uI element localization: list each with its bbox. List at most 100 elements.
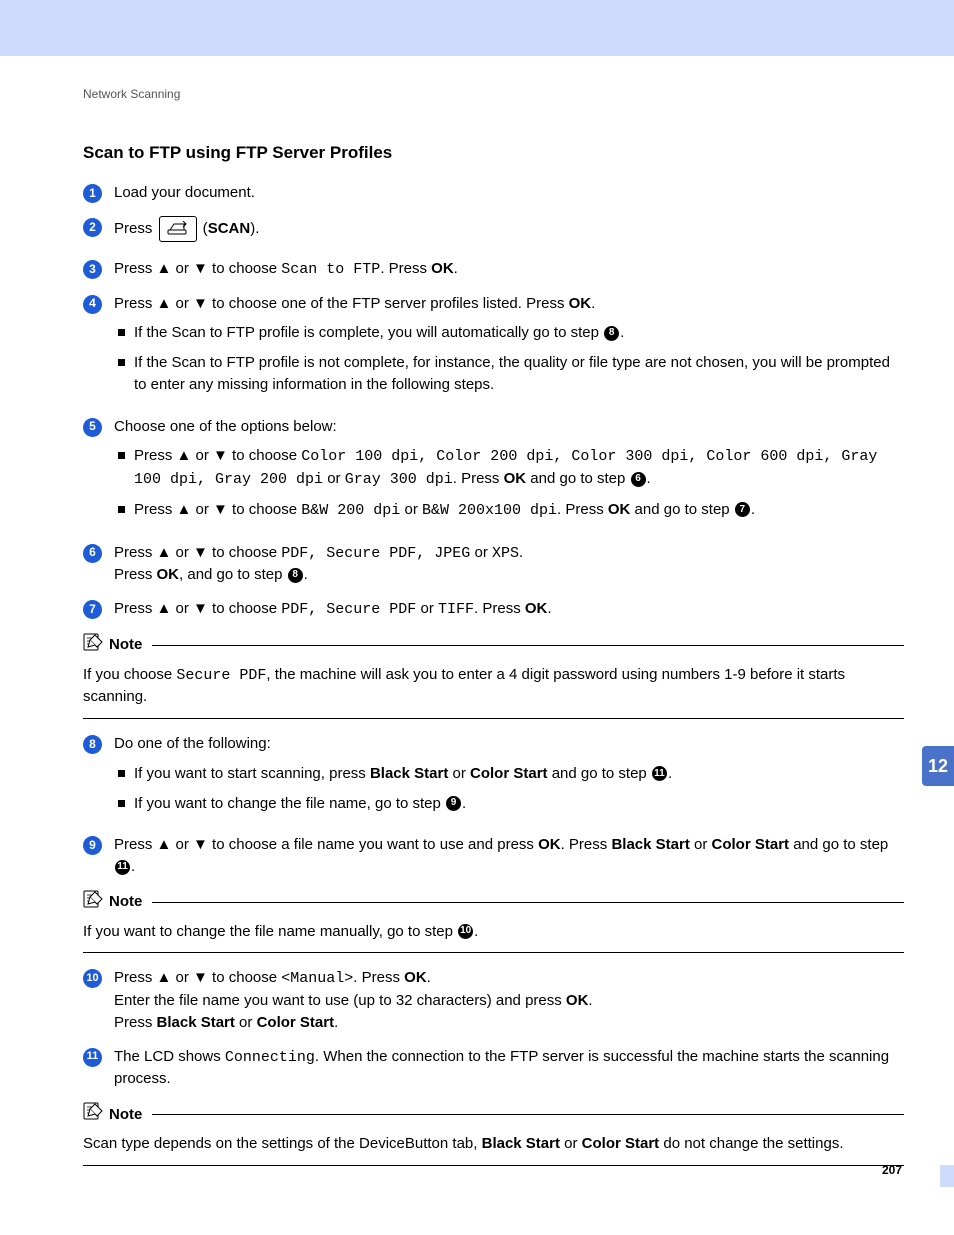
- note-body: If you want to change the file name manu…: [83, 921, 904, 954]
- text: or: [560, 1135, 582, 1152]
- text: Press: [134, 447, 177, 464]
- step-ref: 7: [735, 502, 750, 517]
- document-page: 12 Network Scanning Scan to FTP using FT…: [0, 0, 954, 1235]
- color-start-key: Color Start: [712, 836, 790, 853]
- bullet-marker: [118, 452, 125, 459]
- sub-bullets: If you want to start scanning, press Bla…: [114, 763, 904, 815]
- step-number: 10: [83, 969, 102, 988]
- arrow-keys: ▲ or ▼: [157, 544, 208, 561]
- note-header: Note: [83, 633, 904, 658]
- text: .: [334, 1014, 338, 1031]
- text: .: [647, 470, 651, 487]
- text: do not change the settings.: [659, 1135, 843, 1152]
- text: and go to step: [548, 765, 651, 782]
- black-start-key: Black Start: [370, 765, 448, 782]
- bullet-marker: [118, 506, 125, 513]
- text: ).: [250, 220, 259, 237]
- step-ref: 6: [631, 472, 646, 487]
- lcd-text: XPS: [492, 545, 519, 562]
- text: . Press: [561, 836, 612, 853]
- step-body: Press ▲ or ▼ to choose PDF, Secure PDF o…: [114, 598, 904, 621]
- text: Choose one of the options below:: [114, 418, 337, 435]
- text: Press: [114, 220, 157, 237]
- bullet-text: Press ▲ or ▼ to choose B&W 200 dpi or B&…: [134, 499, 904, 522]
- step-10: 10 Press ▲ or ▼ to choose <Manual>. Pres…: [83, 967, 904, 1033]
- text: .: [462, 795, 466, 812]
- page-number: 207: [882, 1162, 902, 1179]
- text: . Press: [380, 260, 431, 277]
- black-start-key: Black Start: [157, 1014, 235, 1031]
- text: .: [547, 600, 551, 617]
- ok-key: OK: [157, 566, 180, 583]
- text: (: [199, 220, 208, 237]
- text: .: [751, 501, 755, 518]
- bullet-marker: [118, 770, 125, 777]
- step-ref: 11: [115, 860, 130, 875]
- text: to choose one of the FTP server profiles…: [208, 295, 569, 312]
- text: .: [588, 992, 592, 1009]
- text: .: [668, 765, 672, 782]
- step-body: Press ▲ or ▼ to choose Scan to FTP. Pres…: [114, 258, 904, 281]
- arrow-keys: ▲ or ▼: [157, 969, 208, 986]
- ok-key: OK: [504, 470, 527, 487]
- step-body: Press ▲ or ▼ to choose one of the FTP se…: [114, 293, 904, 404]
- text: Press: [134, 501, 177, 518]
- bullet: If you want to start scanning, press Bla…: [118, 763, 904, 785]
- arrow-keys: ▲ or ▼: [157, 836, 208, 853]
- step-body: The LCD shows Connecting. When the conne…: [114, 1046, 904, 1091]
- step-body: Choose one of the options below: Press ▲…: [114, 416, 904, 530]
- step-9: 9 Press ▲ or ▼ to choose a file name you…: [83, 834, 904, 878]
- ok-key: OK: [404, 969, 427, 986]
- step-number: 7: [83, 600, 102, 619]
- sub-bullets: If the Scan to FTP profile is complete, …: [114, 322, 904, 395]
- note-rule: [152, 645, 904, 646]
- step-number: 8: [83, 735, 102, 754]
- note-body: Scan type depends on the settings of the…: [83, 1133, 904, 1166]
- text: to choose a file name you want to use an…: [208, 836, 538, 853]
- step-number: 9: [83, 836, 102, 855]
- header-band: [0, 0, 954, 56]
- bullet-text: Press ▲ or ▼ to choose Color 100 dpi, Co…: [134, 445, 904, 491]
- step-body: Load your document.: [114, 182, 904, 204]
- bullet: If the Scan to FTP profile is not comple…: [118, 352, 904, 396]
- text: .: [519, 544, 523, 561]
- text: Press: [114, 600, 157, 617]
- note-icon: [83, 633, 103, 658]
- text: or: [400, 501, 422, 518]
- text: to choose: [208, 969, 281, 986]
- side-tab-stub: [940, 1165, 954, 1187]
- lcd-text: PDF, Secure PDF, JPEG: [281, 545, 470, 562]
- scan-label: SCAN: [208, 220, 251, 237]
- step-ref: 9: [446, 796, 461, 811]
- note-body: If you choose Secure PDF, the machine wi…: [83, 664, 904, 720]
- bullet: Press ▲ or ▼ to choose B&W 200 dpi or B&…: [118, 499, 904, 522]
- lcd-text: TIFF: [438, 601, 474, 618]
- step-number: 2: [83, 218, 102, 237]
- ok-key: OK: [431, 260, 454, 277]
- ok-key: OK: [566, 992, 589, 1009]
- step-body: Press ▲ or ▼ to choose PDF, Secure PDF, …: [114, 542, 904, 587]
- arrow-keys: ▲ or ▼: [177, 501, 228, 518]
- text: If you want to change the file name manu…: [83, 923, 457, 940]
- text: If you want to start scanning, press: [134, 765, 370, 782]
- step-body: Press (SCAN).: [114, 216, 904, 242]
- text: .: [474, 923, 478, 940]
- text: . Press: [474, 600, 525, 617]
- bullet-text: If you want to start scanning, press Bla…: [134, 763, 904, 785]
- text: to choose: [208, 600, 281, 617]
- arrow-keys: ▲ or ▼: [157, 600, 208, 617]
- lcd-text: Secure PDF: [176, 667, 266, 684]
- note-label: Note: [109, 634, 142, 656]
- arrow-keys: ▲ or ▼: [157, 260, 208, 277]
- lcd-text: Gray 300 dpi: [345, 471, 453, 488]
- text: or: [416, 600, 438, 617]
- text: Press: [114, 260, 157, 277]
- text: to choose: [208, 544, 281, 561]
- black-start-key: Black Start: [611, 836, 689, 853]
- step-5: 5 Choose one of the options below: Press…: [83, 416, 904, 530]
- color-start-key: Color Start: [257, 1014, 335, 1031]
- step-3: 3 Press ▲ or ▼ to choose Scan to FTP. Pr…: [83, 258, 904, 281]
- scan-icon: [159, 216, 197, 242]
- text: . Press: [453, 470, 504, 487]
- text: or: [323, 470, 345, 487]
